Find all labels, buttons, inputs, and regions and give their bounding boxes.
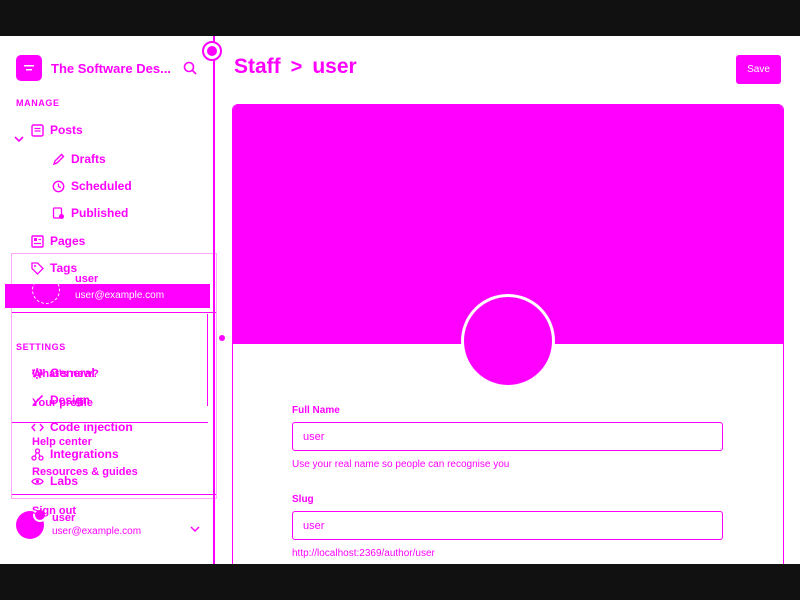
menu-item-your-profile[interactable]: Your profile	[32, 397, 93, 409]
pages-icon	[30, 234, 44, 248]
slug-label: Slug	[292, 494, 314, 505]
user-popup-menu: user user@example.com What's new? Your p…	[5, 253, 217, 517]
sidebar-item-drafts[interactable]: Drafts	[51, 152, 106, 166]
pencil-icon	[51, 152, 65, 166]
user-email: user@example.com	[52, 526, 142, 537]
full-name-help: Use your real name so people can recogni…	[292, 459, 510, 470]
sidebar: The Software Des... MANAGE Posts Drafts …	[0, 36, 232, 564]
popup-divider	[12, 422, 208, 423]
slug-field[interactable]: user	[292, 511, 723, 540]
clock-icon	[51, 179, 65, 193]
menu-item-sign-out[interactable]: Sign out	[32, 505, 76, 517]
sidebar-resize-line	[213, 36, 215, 564]
published-icon	[51, 206, 65, 220]
sidebar-item-scheduled[interactable]: Scheduled	[51, 179, 132, 193]
popup-user-email: user@example.com	[75, 290, 165, 301]
manage-section-label: MANAGE	[16, 98, 60, 108]
breadcrumb-separator: >	[290, 55, 303, 78]
sidebar-item-published[interactable]: Published	[51, 206, 128, 220]
sidebar-item-label: Scheduled	[71, 179, 132, 193]
chevron-down-icon	[190, 520, 200, 538]
profile-card: Full Name user Use your real name so peo…	[232, 104, 784, 564]
menu-item-whats-new[interactable]: What's new?	[32, 368, 99, 380]
posts-icon	[30, 123, 44, 137]
breadcrumb-staff-link[interactable]: Staff	[234, 55, 281, 79]
brand[interactable]: The Software Des...	[16, 55, 171, 81]
save-button[interactable]: Save	[736, 55, 781, 84]
slug-url: http://localhost:2369/author/user	[292, 548, 435, 559]
sidebar-item-posts[interactable]: Posts	[30, 123, 83, 137]
sidebar-item-pages[interactable]: Pages	[30, 234, 85, 248]
profile-avatar[interactable]	[461, 294, 555, 388]
chevron-down-icon[interactable]	[14, 130, 24, 148]
popup-user-name: user	[75, 273, 99, 285]
sidebar-item-label: Posts	[50, 123, 83, 137]
main-content: Staff > user Save Full Name user Use you…	[232, 36, 800, 564]
full-name-label: Full Name	[292, 405, 340, 416]
search-icon[interactable]	[183, 61, 197, 80]
menu-item-help-center[interactable]: Help center	[32, 436, 92, 448]
popup-divider	[12, 494, 216, 495]
sidebar-item-label: Drafts	[71, 152, 106, 166]
popup-divider	[12, 312, 216, 313]
popup-edge	[207, 314, 208, 406]
popup-avatar	[32, 276, 60, 304]
sidebar-item-label: Published	[71, 206, 129, 220]
sidebar-item-label: Pages	[50, 234, 86, 248]
menu-item-resources-guides[interactable]: Resources & guides	[32, 466, 138, 478]
app-window: The Software Des... MANAGE Posts Drafts …	[0, 36, 800, 564]
resize-dot	[219, 335, 225, 341]
site-logo-icon	[16, 55, 42, 81]
page-title: user	[312, 55, 357, 78]
full-name-field[interactable]: user	[292, 422, 723, 451]
breadcrumb: Staff > user	[234, 55, 357, 79]
site-title: The Software Des...	[51, 60, 171, 76]
resize-handle[interactable]	[202, 41, 222, 61]
